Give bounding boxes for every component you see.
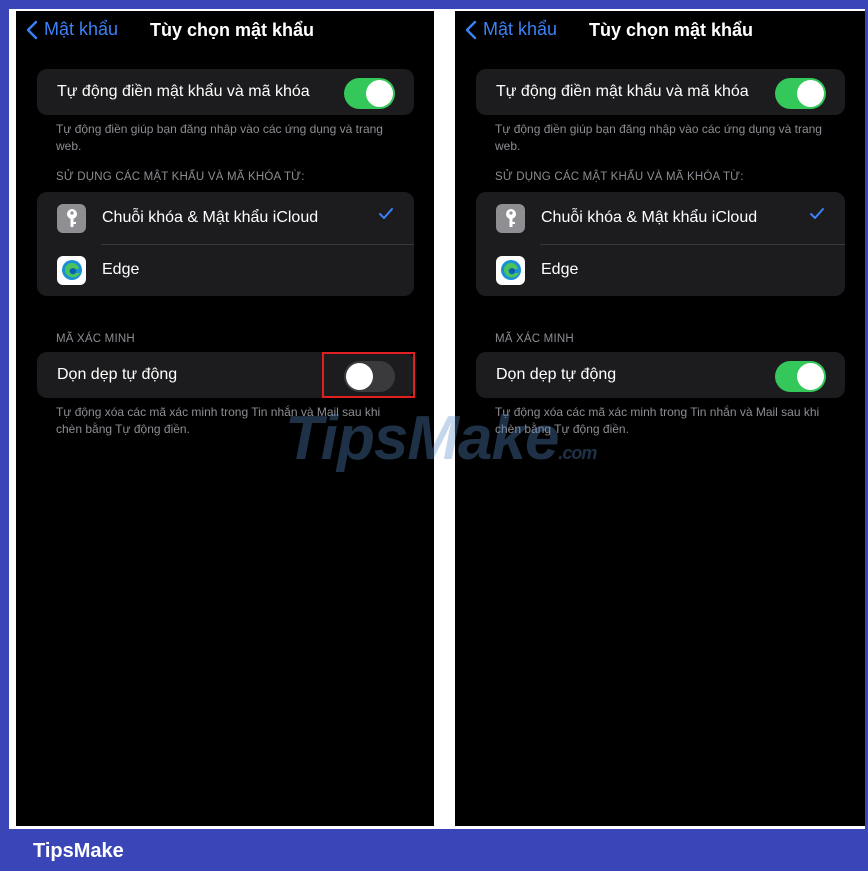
row-divider bbox=[540, 244, 845, 245]
sources-group: Chuỗi khóa & Mật khẩu iCloud Edge bbox=[476, 192, 845, 296]
source-item-icloud[interactable]: Chuỗi khóa & Mật khẩu iCloud bbox=[476, 192, 845, 244]
source-item-edge[interactable]: Edge bbox=[37, 244, 414, 296]
sources-header: SỬ DỤNG CÁC MẬT KHẨU VÀ MÃ KHÓA TỪ: bbox=[495, 171, 744, 183]
page-title: Tùy chọn mật khẩu bbox=[150, 20, 315, 40]
autofill-group: Tự động điền mật khẩu và mã khóa bbox=[476, 69, 845, 115]
autofill-row: Tự động điền mật khẩu và mã khóa bbox=[37, 69, 414, 115]
toggle-knob bbox=[346, 363, 373, 390]
toggle-knob bbox=[366, 80, 393, 107]
page-title: Tùy chọn mật khẩu bbox=[589, 20, 754, 40]
autofill-footnote: Tự động điền giúp bạn đăng nhập vào các … bbox=[56, 122, 383, 153]
toggle-knob bbox=[797, 363, 824, 390]
toggle-knob bbox=[797, 80, 824, 107]
checkmark-icon bbox=[809, 207, 825, 226]
verification-group: Dọn dẹp tự động bbox=[37, 352, 414, 398]
back-label: Mật khẩu bbox=[44, 19, 119, 39]
row-divider bbox=[101, 244, 414, 245]
source-label: Edge bbox=[541, 261, 579, 278]
verification-header: MÃ XÁC MINH bbox=[56, 333, 135, 345]
nav-bar: Mật khẩu Tùy chọn mật khẩu bbox=[455, 19, 865, 49]
sources-group: Chuỗi khóa & Mật khẩu iCloud Edge bbox=[37, 192, 414, 296]
edge-icon bbox=[57, 255, 86, 285]
source-item-icloud[interactable]: Chuỗi khóa & Mật khẩu iCloud bbox=[37, 192, 414, 244]
screen-after: Mật khẩu Tùy chọn mật khẩu Tự động điền … bbox=[455, 11, 865, 826]
source-item-edge[interactable]: Edge bbox=[476, 244, 845, 296]
brand-label: TipsMake bbox=[33, 840, 124, 862]
source-label: Chuỗi khóa & Mật khẩu iCloud bbox=[541, 209, 758, 226]
autofill-toggle[interactable] bbox=[344, 78, 395, 109]
source-label: Edge bbox=[102, 261, 140, 278]
sources-header: SỬ DỤNG CÁC MẬT KHẨU VÀ MÃ KHÓA TỪ: bbox=[56, 171, 305, 183]
nav-bar: Mật khẩu Tùy chọn mật khẩu bbox=[16, 19, 434, 49]
cleanup-footnote: Tự động xóa các mã xác minh trong Tin nh… bbox=[495, 405, 820, 436]
chevron-left-icon bbox=[26, 20, 38, 39]
autofill-footnote: Tự động điền giúp bạn đăng nhập vào các … bbox=[495, 122, 822, 153]
autofill-row: Tự động điền mật khẩu và mã khóa bbox=[476, 69, 845, 115]
autofill-group: Tự động điền mật khẩu và mã khóa bbox=[37, 69, 414, 115]
screen-before: Mật khẩu Tùy chọn mật khẩu Tự động điền … bbox=[16, 11, 434, 826]
cleanup-toggle[interactable] bbox=[775, 361, 826, 392]
cleanup-row: Dọn dẹp tự động bbox=[37, 352, 414, 398]
edge-icon bbox=[496, 255, 525, 285]
keychain-icon bbox=[57, 203, 86, 233]
chevron-left-icon bbox=[465, 20, 477, 39]
cleanup-footnote: Tự động xóa các mã xác minh trong Tin nh… bbox=[56, 405, 381, 436]
back-button[interactable]: Mật khẩu bbox=[465, 19, 557, 40]
back-button[interactable]: Mật khẩu bbox=[26, 19, 118, 40]
back-label: Mật khẩu bbox=[483, 19, 558, 39]
autofill-toggle[interactable] bbox=[775, 78, 826, 109]
source-label: Chuỗi khóa & Mật khẩu iCloud bbox=[102, 209, 319, 226]
verification-group: Dọn dẹp tự động bbox=[476, 352, 845, 398]
checkmark-icon bbox=[378, 207, 394, 226]
cleanup-toggle[interactable] bbox=[344, 361, 395, 392]
keychain-icon bbox=[496, 203, 525, 233]
cleanup-row: Dọn dẹp tự động bbox=[476, 352, 845, 398]
verification-header: MÃ XÁC MINH bbox=[495, 333, 574, 345]
